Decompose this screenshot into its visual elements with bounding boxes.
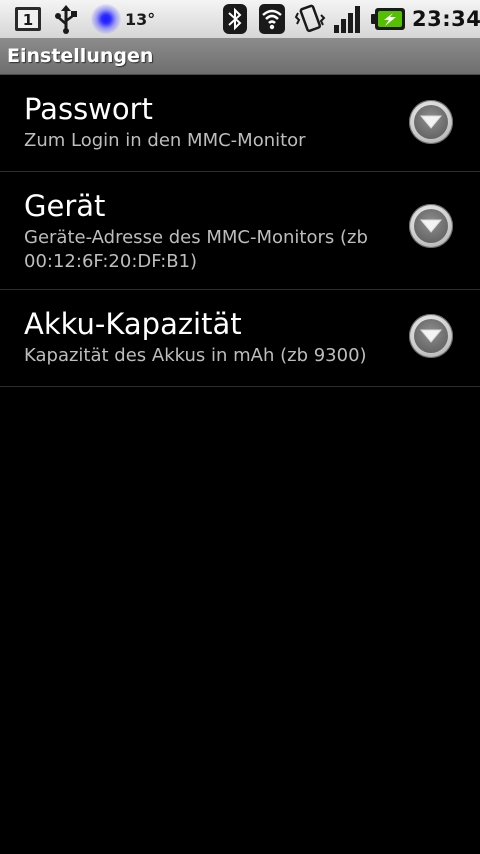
preference-title: Akku-Kapazität [24, 307, 242, 341]
dropdown-arrow-icon[interactable] [409, 204, 453, 248]
temperature-readout: 13° [125, 9, 156, 29]
preference-summary: Geräte-Adresse des MMC-Monitors (zb 00:1… [24, 227, 368, 272]
sim-card-icon: 1 [14, 0, 42, 38]
preference-password[interactable]: Passwort Zum Login in den MMC-Monitor [0, 75, 480, 172]
bluetooth-icon [222, 0, 248, 38]
preference-summary: Kapazität des Akkus in mAh (zb 9300) [24, 345, 367, 366]
svg-text:1: 1 [23, 11, 33, 29]
preference-battery-capacity[interactable]: Akku-Kapazität Kapazität des Akkus in mA… [0, 290, 480, 387]
battery-charging-icon [370, 0, 406, 38]
preference-summary: Zum Login in den MMC-Monitor [24, 130, 306, 151]
dropdown-arrow-icon[interactable] [409, 314, 453, 358]
dropdown-arrow-icon[interactable] [409, 100, 453, 144]
status-bar[interactable]: 1 13° 23:34 [0, 0, 480, 38]
clock: 23:34 [412, 7, 480, 31]
vibrate-icon [294, 0, 326, 38]
signal-icon [332, 0, 364, 38]
wifi-icon [258, 0, 286, 38]
settings-list: Passwort Zum Login in den MMC-Monitor Ge… [0, 75, 480, 387]
title-bar: Einstellungen [0, 38, 480, 75]
notification-light-icon [91, 0, 121, 38]
preference-title: Gerät [24, 189, 106, 223]
page-title: Einstellungen [7, 45, 154, 67]
preference-device[interactable]: Gerät Geräte-Adresse des MMC-Monitors (z… [0, 172, 480, 290]
usb-icon [53, 0, 79, 38]
preference-title: Passwort [24, 92, 153, 126]
